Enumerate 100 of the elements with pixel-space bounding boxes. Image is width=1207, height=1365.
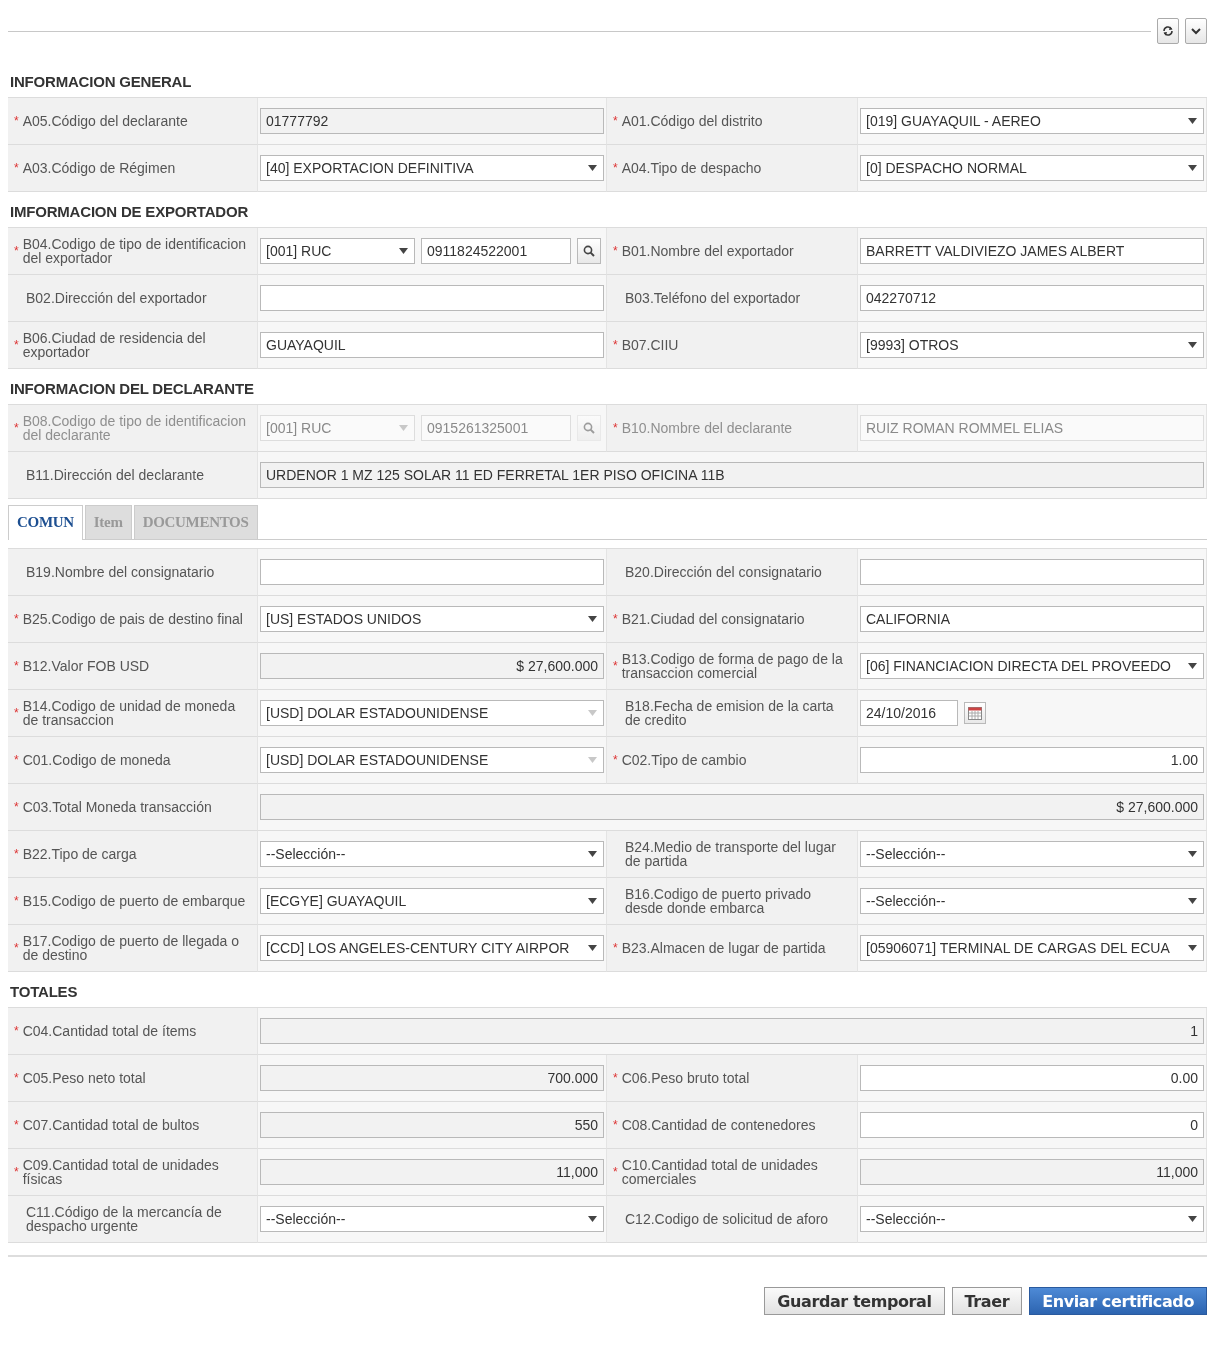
number-field[interactable]: 700.000	[260, 1065, 604, 1091]
collapse-button[interactable]	[1185, 18, 1207, 44]
required-mark: *	[14, 612, 19, 626]
required-mark: *	[613, 659, 618, 673]
dropdown[interactable]: [0] DESPACHO NORMAL	[860, 155, 1204, 181]
field-label: B11.Dirección del declarante	[26, 468, 204, 482]
field-label: B21.Ciudad del consignatario	[621, 612, 805, 626]
dropdown[interactable]: --Selección--	[860, 841, 1204, 867]
dropdown[interactable]: [USD] DOLAR ESTADOUNIDENSE	[260, 747, 604, 773]
number-field[interactable]: 11,000	[260, 1159, 604, 1185]
field-label: B10.Nombre del declarante	[621, 421, 793, 435]
field-label: B18.Fecha de emision de la carta de credito	[625, 699, 835, 727]
field-label: B19.Nombre del consignatario	[26, 565, 215, 579]
field-label: B15.Codigo de puerto de embarque	[22, 894, 246, 908]
date-field[interactable]: 24/10/2016	[860, 700, 958, 726]
field-label: B08.Codigo de tipo de identificacion del declarante	[22, 414, 248, 442]
field-label: B23.Almacen de lugar de partida	[621, 941, 826, 955]
text-field[interactable]: 01777792	[260, 108, 604, 134]
required-mark: *	[613, 1165, 618, 1179]
action-button[interactable]: Guardar temporal	[764, 1287, 945, 1315]
required-mark: *	[14, 659, 19, 673]
text-field[interactable]: BARRETT VALDIVIEZO JAMES ALBERT	[860, 238, 1204, 264]
dropdown[interactable]: --Selección--	[860, 1206, 1204, 1232]
required-mark: *	[613, 612, 618, 626]
refresh-button[interactable]	[1157, 18, 1179, 44]
field-label: B24.Medio de transporte del lugar de partida	[625, 840, 837, 868]
text-field[interactable]: 0911824522001	[421, 238, 571, 264]
dropdown[interactable]: --Selección--	[860, 888, 1204, 914]
number-field[interactable]: 0.00	[860, 1065, 1204, 1091]
text-field[interactable]	[260, 285, 604, 311]
caret-icon	[1188, 342, 1197, 348]
field-label: C01.Codigo de moneda	[22, 753, 171, 767]
field-label: B02.Dirección del exportador	[26, 291, 207, 305]
number-field[interactable]: $ 27,600.000	[260, 653, 604, 679]
field-label: C08.Cantidad de contenedores	[621, 1118, 816, 1132]
required-mark: *	[14, 338, 19, 352]
field-label: B04.Codigo de tipo de identificacion del exportador	[22, 237, 248, 265]
caret-icon	[399, 425, 408, 431]
text-field[interactable]	[260, 559, 604, 585]
tab[interactable]: COMUN	[8, 505, 83, 540]
text-field[interactable]: CALIFORNIA	[860, 606, 1204, 632]
caret-icon	[588, 1216, 597, 1222]
dropdown[interactable]: [40] EXPORTACION DEFINITIVA	[260, 155, 604, 181]
field-label: B03.Teléfono del exportador	[625, 291, 801, 305]
dropdown[interactable]: [019] GUAYAQUIL - AEREO	[860, 108, 1204, 134]
dropdown[interactable]: [001] RUC	[260, 238, 415, 264]
dropdown[interactable]: [05906071] TERMINAL DE CARGAS DEL ECUA	[860, 935, 1204, 961]
caret-icon	[588, 757, 597, 763]
dropdown[interactable]: [06] FINANCIACION DIRECTA DEL PROVEEDO	[860, 653, 1204, 679]
caret-icon	[1188, 1216, 1197, 1222]
caret-icon	[1188, 165, 1197, 171]
dropdown[interactable]: [9993] OTROS	[860, 332, 1204, 358]
required-mark: *	[14, 1165, 19, 1179]
dropdown[interactable]: [CCD] LOS ANGELES-CENTURY CITY AIRPOR	[260, 935, 604, 961]
field-label: B01.Nombre del exportador	[621, 244, 794, 258]
action-button[interactable]: Traer	[951, 1287, 1023, 1315]
section-heading: IMFORMACION DE EXPORTADOR	[9, 202, 250, 222]
dropdown[interactable]: [USD] DOLAR ESTADOUNIDENSE	[260, 700, 604, 726]
calendar-button[interactable]	[964, 702, 986, 724]
number-field[interactable]: 11,000	[860, 1159, 1204, 1185]
number-field[interactable]: 1	[260, 1018, 1204, 1044]
text-field[interactable]: URDENOR 1 MZ 125 SOLAR 11 ED FERRETAL 1ER PISO OFICINA 11B	[260, 462, 1204, 488]
field-label: B16.Codigo de puerto privado desde donde embarca	[625, 887, 813, 915]
field-label: B07.CIIU	[621, 338, 679, 352]
required-mark: *	[14, 114, 19, 128]
required-mark: *	[14, 421, 19, 435]
field-label: B12.Valor FOB USD	[22, 659, 150, 673]
required-mark: *	[14, 1024, 19, 1038]
dropdown[interactable]: --Selección--	[260, 1206, 604, 1232]
required-mark: *	[613, 421, 618, 435]
caret-icon	[588, 945, 597, 951]
section-heading: TOTALES	[9, 982, 79, 1002]
number-field[interactable]: 0	[860, 1112, 1204, 1138]
field-label: A03.Código de Régimen	[22, 161, 176, 175]
field-label: C07.Cantidad total de bultos	[22, 1118, 200, 1132]
text-field[interactable]	[860, 559, 1204, 585]
text-field[interactable]: 042270712	[860, 285, 1204, 311]
field-label: B13.Codigo de forma de pago de la transaccion comercial	[621, 652, 844, 680]
field-label: B06.Ciudad de residencia del exportador	[22, 331, 207, 359]
calendar-icon	[968, 706, 982, 720]
field-label: A04.Tipo de despacho	[621, 161, 762, 175]
section-heading: INFORMACION DEL DECLARANTE	[9, 379, 255, 399]
field-label: C03.Total Moneda transacción	[22, 800, 212, 814]
dropdown[interactable]: --Selección--	[260, 841, 604, 867]
field-label: B14.Codigo de unidad de moneda de transaccion	[22, 699, 237, 727]
required-mark: *	[14, 800, 19, 814]
field-label: B25.Codigo de pais de destino final	[22, 612, 243, 626]
dropdown[interactable]: [US] ESTADOS UNIDOS	[260, 606, 604, 632]
caret-icon	[1188, 118, 1197, 124]
search-icon	[583, 422, 595, 434]
field-label: A05.Código del declarante	[22, 114, 188, 128]
action-button[interactable]: Enviar certificado	[1029, 1287, 1207, 1315]
number-field[interactable]: 1.00	[860, 747, 1204, 773]
text-field[interactable]: GUAYAQUIL	[260, 332, 604, 358]
number-field[interactable]: 550	[260, 1112, 604, 1138]
field-label: C05.Peso neto total	[22, 1071, 146, 1085]
search-button[interactable]	[577, 238, 601, 264]
dropdown[interactable]: [ECGYE] GUAYAQUIL	[260, 888, 604, 914]
required-mark: *	[14, 753, 19, 767]
number-field[interactable]: $ 27,600.000	[260, 794, 1204, 820]
